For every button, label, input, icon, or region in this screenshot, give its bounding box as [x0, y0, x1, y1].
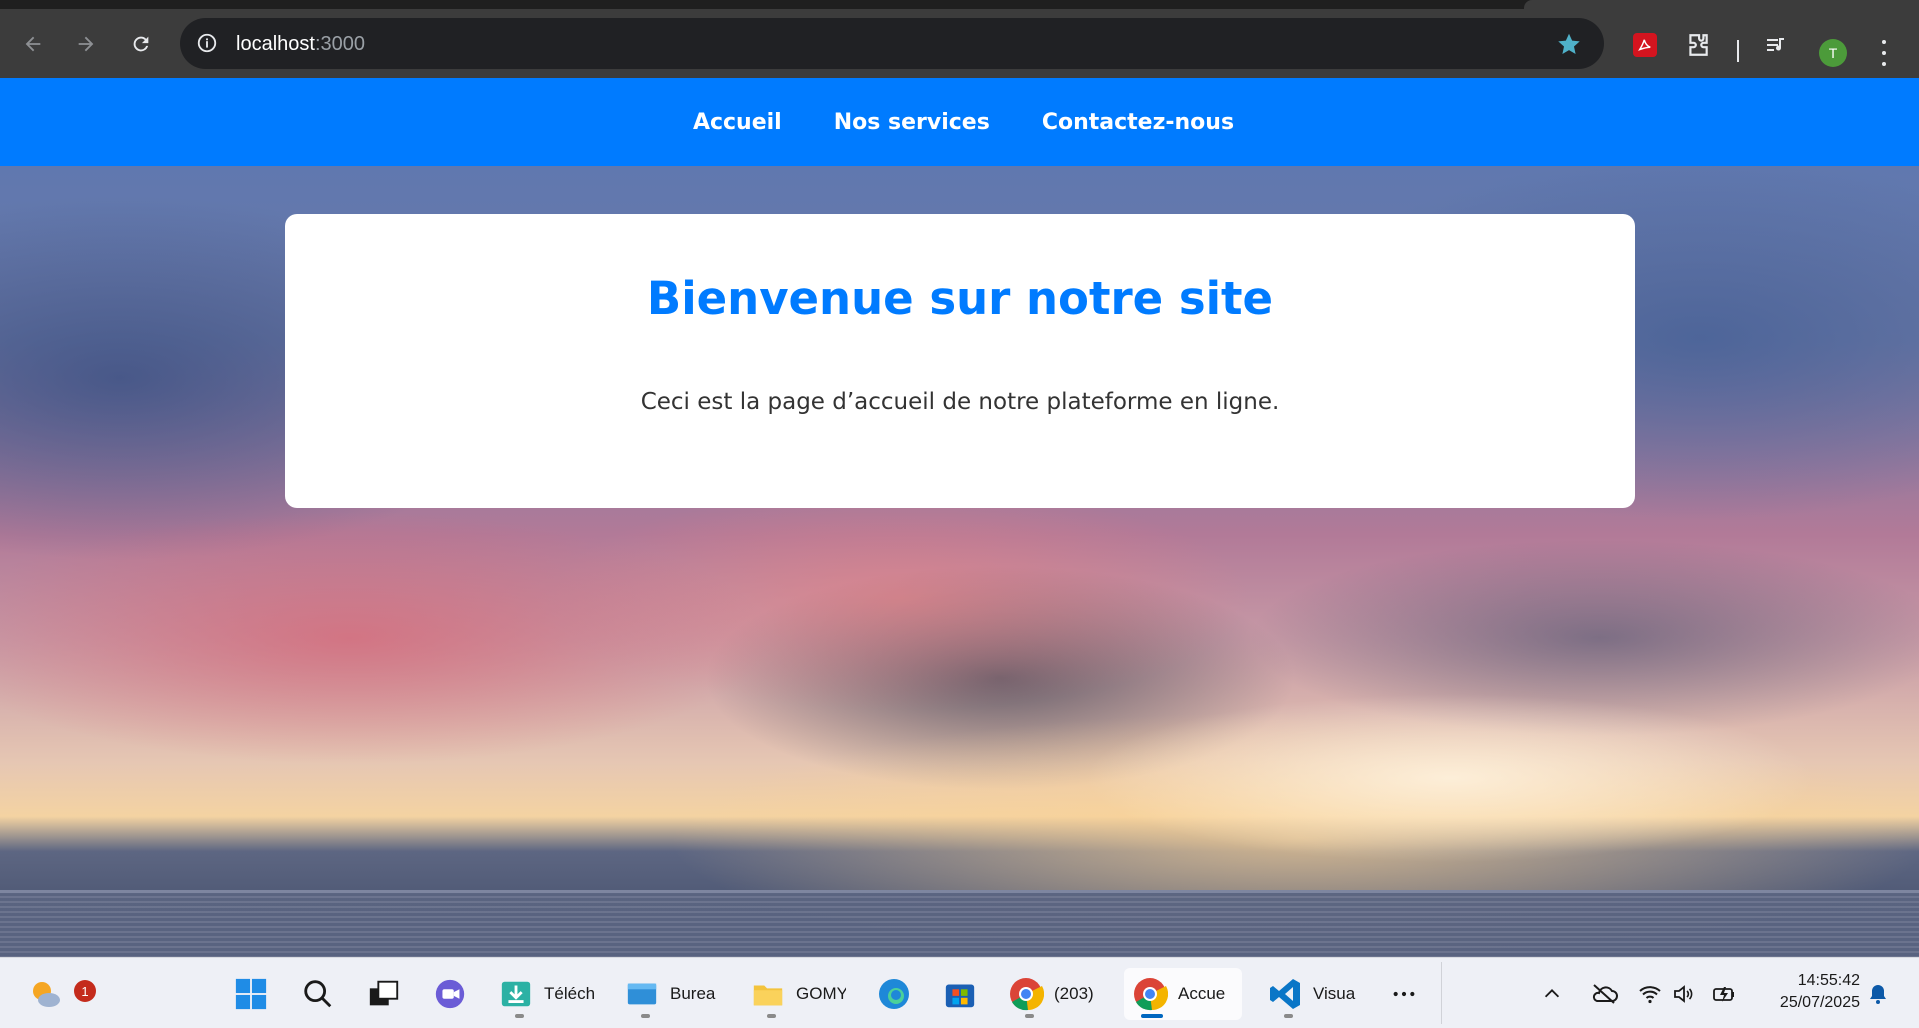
- chrome-icon: [1008, 976, 1044, 1012]
- running-indicator: [767, 1014, 776, 1018]
- start-icon: [233, 976, 269, 1012]
- profile-avatar[interactable]: T: [1819, 39, 1847, 67]
- battery-charging-icon: [1713, 986, 1734, 1002]
- onedrive-status[interactable]: [1590, 958, 1618, 1028]
- task-view-icon: [366, 976, 402, 1012]
- downloads-icon: [498, 976, 534, 1012]
- extensions-icon[interactable]: [1684, 31, 1712, 59]
- browser-toolbar: localhost:3000 T: [0, 9, 1919, 78]
- speaker-icon: [1674, 984, 1693, 1003]
- background-sea: [0, 893, 1919, 957]
- chevron-up-icon: [1544, 988, 1560, 997]
- running-indicator: [1284, 1014, 1293, 1018]
- taskbar-app-store[interactable]: [942, 968, 978, 1020]
- taskbar-more-button[interactable]: [1386, 968, 1422, 1020]
- site-navbar: Accueil Nos services Contactez-nous: [0, 78, 1919, 166]
- cloud-offline-icon: [1592, 983, 1618, 1004]
- system-clock[interactable]: 14:55:42 25/07/2025: [1740, 970, 1860, 1014]
- media-control-icon[interactable]: [1762, 31, 1790, 59]
- toolbar-divider: [1737, 40, 1739, 62]
- battery-status[interactable]: [1711, 958, 1737, 1028]
- taskbar-app-chrome[interactable]: (203): [1008, 968, 1108, 1020]
- weather-widget[interactable]: 1: [28, 968, 96, 1020]
- chrome-active-label: Accue: [1178, 984, 1226, 1003]
- forward-button[interactable]: [71, 29, 101, 59]
- url-text[interactable]: localhost:3000: [236, 33, 365, 56]
- nav-link-services[interactable]: Nos services: [834, 110, 990, 135]
- taskbar-app-desktop[interactable]: Burea: [624, 968, 724, 1020]
- address-bar[interactable]: localhost:3000: [180, 18, 1604, 69]
- task-view-button[interactable]: [366, 968, 402, 1020]
- active-indicator: [1141, 1014, 1163, 1018]
- url-port: :3000: [314, 33, 365, 55]
- welcome-text: Ceci est la page d’accueil de notre plat…: [640, 389, 1280, 415]
- running-indicator: [641, 1014, 650, 1018]
- reload-button[interactable]: [126, 29, 156, 59]
- search-button[interactable]: [300, 968, 336, 1020]
- chrome-label: (203): [1054, 984, 1094, 1003]
- pdf-extension-icon[interactable]: [1633, 33, 1657, 57]
- vscode-label: Visua: [1313, 984, 1356, 1003]
- taskbar-app-vscode[interactable]: Visua: [1267, 968, 1367, 1020]
- running-indicator: [1025, 1014, 1034, 1018]
- teams-meet-button[interactable]: [432, 968, 468, 1020]
- edge-icon: [876, 976, 912, 1012]
- wifi-icon: [1639, 985, 1661, 1003]
- volume-control[interactable]: [1672, 958, 1696, 1028]
- vscode-icon: [1267, 976, 1303, 1012]
- info-icon[interactable]: [196, 32, 218, 54]
- store-icon: [942, 976, 978, 1012]
- reload-icon: [133, 36, 149, 52]
- taskbar-app-folder[interactable]: GOMY: [750, 968, 850, 1020]
- taskbar-app-chrome-active[interactable]: Accue: [1124, 968, 1242, 1020]
- tray-overflow-button[interactable]: [1541, 958, 1563, 1028]
- notifications-button[interactable]: [1866, 958, 1890, 1028]
- taskbar-app-edge[interactable]: [876, 968, 912, 1020]
- back-button[interactable]: [18, 29, 48, 59]
- bell-icon: [1870, 984, 1886, 1004]
- url-host: localhost: [236, 33, 315, 55]
- desktop-folder-icon: [624, 976, 660, 1012]
- menu-icon[interactable]: [1874, 37, 1894, 69]
- back-icon: [25, 36, 41, 52]
- page-viewport: Accueil Nos services Contactez-nous Bien…: [0, 78, 1919, 957]
- start-button[interactable]: [233, 968, 269, 1020]
- welcome-card: Bienvenue sur notre site Ceci est la pag…: [285, 214, 1635, 508]
- weather-icon: [28, 976, 64, 1012]
- running-indicator: [515, 1014, 524, 1018]
- tab-strip: [0, 0, 1919, 9]
- nav-link-contact[interactable]: Contactez-nous: [1042, 110, 1234, 135]
- more-icon: [1386, 976, 1422, 1012]
- page-title: Bienvenue sur notre site: [646, 272, 1274, 325]
- forward-icon: [78, 36, 94, 52]
- search-icon: [300, 976, 336, 1012]
- downloads-label: Téléch: [544, 984, 594, 1003]
- star-icon[interactable]: [1556, 31, 1582, 57]
- clock-date: 25/07/2025: [1779, 994, 1860, 1011]
- weather-badge: 1: [74, 980, 96, 1002]
- tab-strip-edge: [1524, 0, 1919, 9]
- wifi-status[interactable]: [1638, 958, 1662, 1028]
- desktop-label: Burea: [670, 984, 716, 1003]
- windows-taskbar: 1 Téléch Burea GOMY (203) Accue Visua 14…: [0, 957, 1919, 1028]
- teams-meet-icon: [432, 976, 468, 1012]
- clock-time: 14:55:42: [1797, 972, 1860, 989]
- chrome-active-icon: [1132, 976, 1168, 1012]
- folder-icon: [750, 976, 786, 1012]
- taskbar-app-downloads[interactable]: Téléch: [498, 968, 598, 1020]
- taskbar-separator: [1441, 962, 1442, 1024]
- folder-label: GOMY: [796, 984, 846, 1003]
- nav-link-accueil[interactable]: Accueil: [693, 110, 782, 135]
